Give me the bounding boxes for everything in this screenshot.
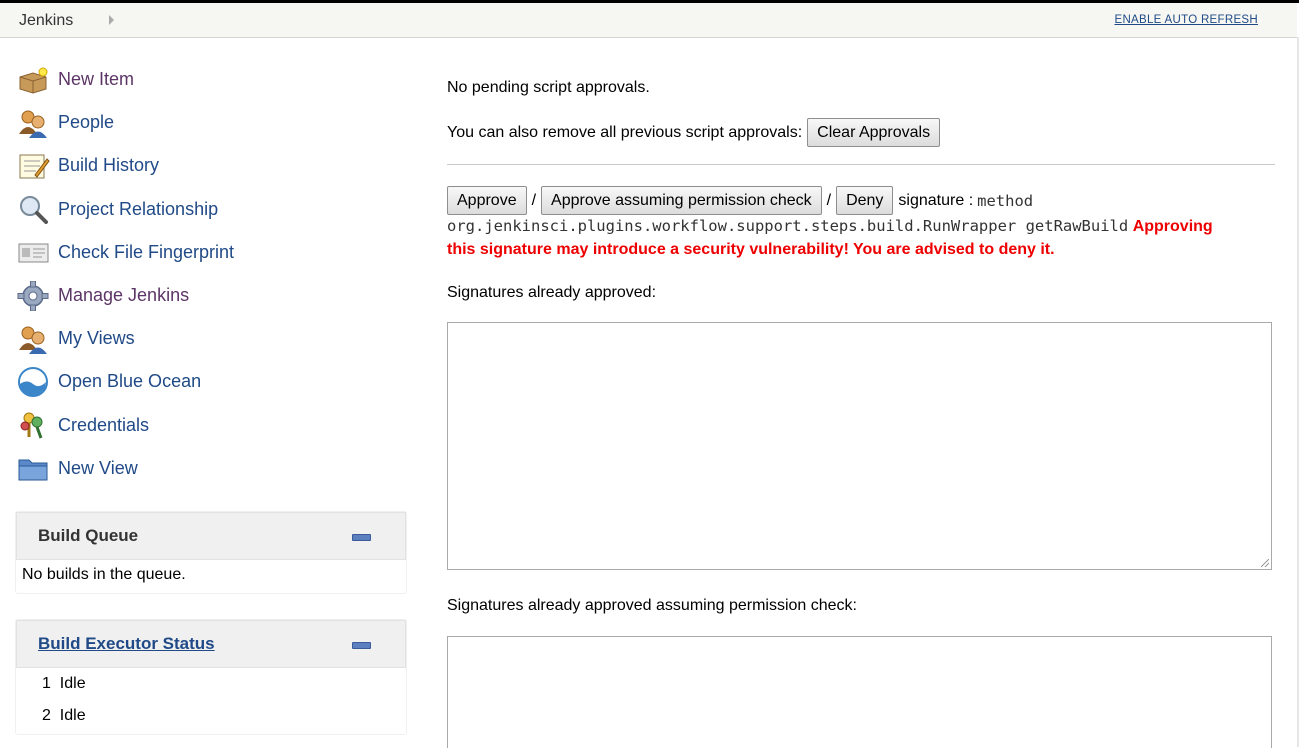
sidebar-item-label[interactable]: My Views bbox=[58, 328, 135, 349]
divider bbox=[447, 164, 1275, 165]
executor-status-link[interactable]: Build Executor Status bbox=[38, 634, 215, 654]
breadcrumb-jenkins[interactable]: Jenkins bbox=[19, 12, 73, 30]
sidebar-tasks: New Item People Build History Project Re… bbox=[17, 58, 397, 490]
collapse-icon[interactable] bbox=[352, 642, 371, 649]
sidebar-item-project-relationship[interactable]: Project Relationship bbox=[17, 188, 397, 231]
executor-row: 1 Idle bbox=[42, 675, 86, 693]
build-queue-title: Build Queue bbox=[38, 526, 139, 545]
people-icon bbox=[17, 324, 50, 354]
blue-ocean-icon bbox=[17, 366, 50, 397]
approve-assuming-permission-button[interactable]: Approve assuming permission check bbox=[541, 186, 822, 215]
clear-approvals-button[interactable]: Clear Approvals bbox=[807, 118, 941, 147]
remove-approvals-text: You can also remove all previous script … bbox=[447, 123, 803, 141]
magnifier-icon bbox=[17, 194, 50, 225]
sidebar-item-build-history[interactable]: Build History bbox=[17, 144, 397, 187]
sidebar-item-open-blue-ocean[interactable]: Open Blue Ocean bbox=[17, 360, 397, 403]
sidebar-item-new-item[interactable]: New Item bbox=[17, 58, 397, 101]
no-pending-text: No pending script approvals. bbox=[447, 79, 650, 96]
deny-button[interactable]: Deny bbox=[836, 186, 894, 215]
gear-icon bbox=[17, 280, 50, 312]
warning-text: this signature may introduce a security … bbox=[447, 241, 1055, 258]
build-queue-header: Build Queue bbox=[16, 512, 406, 560]
new-item-icon bbox=[17, 65, 50, 95]
sidebar-item-label[interactable]: Project Relationship bbox=[58, 199, 218, 220]
executor-status: Idle bbox=[59, 675, 86, 692]
executor-status: Idle bbox=[59, 707, 86, 724]
signature-line: org.jenkinsci.plugins.workflow.support.s… bbox=[447, 217, 1275, 236]
fingerprint-icon bbox=[17, 237, 50, 267]
approved-label: Signatures already approved: bbox=[447, 284, 657, 301]
sidebar-item-label[interactable]: Open Blue Ocean bbox=[58, 371, 201, 392]
sidebar-item-label[interactable]: Credentials bbox=[58, 415, 149, 436]
approved-perm-signatures-textarea[interactable] bbox=[447, 636, 1272, 748]
separator: / bbox=[531, 191, 537, 209]
approved-signatures-textarea[interactable] bbox=[447, 322, 1272, 570]
executor-row: 2 Idle bbox=[42, 707, 86, 725]
sidebar-item-label[interactable]: Check File Fingerprint bbox=[58, 242, 234, 263]
build-queue-pane: Build Queue No builds in the queue. bbox=[15, 511, 407, 594]
sidebar-item-label[interactable]: New Item bbox=[58, 69, 134, 90]
notepad-icon bbox=[17, 151, 50, 181]
sidebar-item-my-views[interactable]: My Views bbox=[17, 317, 397, 360]
remove-approvals-row: You can also remove all previous script … bbox=[447, 118, 941, 147]
signature-value: org.jenkinsci.plugins.workflow.support.s… bbox=[447, 217, 1129, 235]
sidebar-item-people[interactable]: People bbox=[17, 101, 397, 144]
breadcrumb-bar: Jenkins ENABLE AUTO REFRESH bbox=[0, 3, 1297, 38]
resize-grip-icon[interactable] bbox=[1261, 559, 1269, 567]
approve-button[interactable]: Approve bbox=[447, 186, 527, 215]
sidebar-item-label[interactable]: New View bbox=[58, 458, 138, 479]
enable-auto-refresh-link[interactable]: ENABLE AUTO REFRESH bbox=[1114, 14, 1258, 26]
build-queue-empty: No builds in the queue. bbox=[22, 566, 186, 583]
executor-number: 1 bbox=[42, 675, 51, 692]
folder-icon bbox=[17, 453, 50, 483]
sidebar-item-credentials[interactable]: Credentials bbox=[17, 404, 397, 447]
people-icon bbox=[17, 108, 50, 138]
sidebar-item-manage-jenkins[interactable]: Manage Jenkins bbox=[17, 274, 397, 317]
signature-actions: Approve / Approve assuming permission ch… bbox=[447, 186, 1033, 215]
warning-text-start: Approving bbox=[1132, 218, 1213, 235]
approved-perm-label: Signatures already approved assuming per… bbox=[447, 597, 857, 614]
sidebar-item-check-file-fingerprint[interactable]: Check File Fingerprint bbox=[17, 231, 397, 274]
sidebar-item-label[interactable]: Build History bbox=[58, 155, 159, 176]
separator: / bbox=[826, 191, 832, 209]
executor-status-pane: Build Executor Status 1 Idle 2 Idle bbox=[15, 619, 407, 735]
breadcrumb-arrow-icon[interactable] bbox=[109, 15, 114, 25]
sidebar-item-label[interactable]: Manage Jenkins bbox=[58, 285, 189, 306]
collapse-icon[interactable] bbox=[352, 534, 371, 541]
sidebar-item-new-view[interactable]: New View bbox=[17, 447, 397, 490]
keys-icon bbox=[17, 410, 50, 440]
executor-number: 2 bbox=[42, 707, 51, 724]
executor-status-header: Build Executor Status bbox=[16, 620, 406, 668]
signature-method: method bbox=[977, 191, 1034, 210]
sidebar-item-label[interactable]: People bbox=[58, 112, 114, 133]
signature-label: signature : bbox=[898, 191, 974, 209]
